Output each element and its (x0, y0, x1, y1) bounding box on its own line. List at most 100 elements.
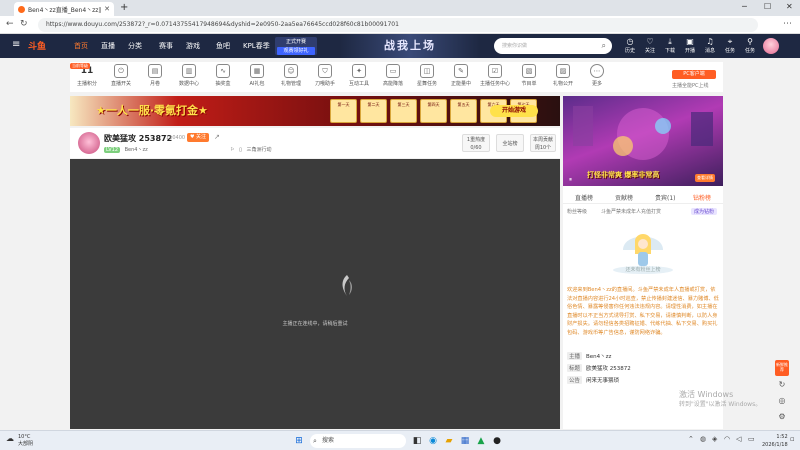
ad-start-game-button[interactable]: 开始游戏 (490, 105, 538, 117)
streamer-name[interactable]: Ben4丶zz (125, 147, 148, 153)
notification-icon[interactable]: ▫ (790, 435, 795, 443)
nav-events[interactable]: 赛事 (159, 41, 173, 51)
douyu-logo[interactable]: 斗鱼 (28, 39, 46, 52)
taskbar-clock[interactable]: 1:52 2026/1/18 (762, 433, 788, 449)
tool-program[interactable]: ▧ 节目单 (512, 64, 546, 87)
weekly-contribution-box[interactable]: 本周贡献 周10个 (530, 134, 556, 152)
tray-chevron-icon[interactable]: ⌃ (688, 435, 694, 443)
nav-category[interactable]: 分类 (128, 41, 142, 51)
tool-gift-public[interactable]: ▨ 礼物公开 (546, 64, 580, 87)
tool-more[interactable]: ⋯ 更多 (580, 64, 614, 87)
tool-energy[interactable]: ✎ 正能量中 (444, 64, 478, 87)
activate-line2: 转到"设置"以激活 Windows。 (679, 401, 762, 408)
tray-app2-icon[interactable]: ◈ (712, 435, 717, 443)
tab-live-rank[interactable]: 直播榜 (575, 193, 593, 202)
bookmark-icon[interactable]: ▯ (239, 147, 242, 153)
back-icon[interactable]: ← (6, 19, 14, 29)
share-icon[interactable]: ↗ (214, 133, 220, 141)
edge-icon[interactable]: ◉ (426, 434, 440, 448)
golive-button[interactable]: ▣ 开播 (681, 36, 699, 54)
tool-live-switch[interactable]: ⏻ 直播开关 (104, 64, 138, 87)
battery-icon[interactable]: ▭ (748, 435, 755, 443)
heat-box[interactable]: 1重热度 0/60 (462, 134, 490, 152)
category-row[interactable]: ⚐ ▯ 三角洲行动 (230, 146, 271, 153)
follow-button[interactable]: ♥ 关注 (187, 133, 209, 142)
tasks-button[interactable]: ⌖ 任务 (721, 36, 739, 54)
tab-diamond-fans[interactable]: 钻粉榜 (693, 193, 711, 202)
streamer-toolbar: 当前等级 11 主播积分 ⏻ 直播开关 ▤ 月卷 ▥ 数据中心 ∿ 抽奖盒 ▦ AI礼包 … (70, 62, 723, 92)
maximize-icon[interactable]: ☐ (764, 2, 771, 11)
settings-float-icon[interactable]: ⚙ (775, 412, 789, 426)
wifi-icon[interactable]: ◠ (724, 435, 730, 443)
video-player[interactable]: 主播正在连线中，请稍后重试 (70, 159, 560, 429)
tool-assistant[interactable]: ⛉ 刀哦助手 (308, 64, 342, 87)
user-avatar[interactable] (763, 38, 779, 54)
tool-interaction[interactable]: ✦ 互动工具 (342, 64, 376, 87)
history-float-icon[interactable]: ↻ (775, 380, 789, 394)
search-input[interactable]: 搜索你识做 ⌕ (494, 38, 612, 54)
pause-icon[interactable]: ⏸ (569, 176, 572, 184)
nav-fishbar[interactable]: 鱼吧 (216, 41, 230, 51)
app2-icon[interactable]: ● (490, 434, 504, 448)
browser-menu-icon[interactable]: ⋯ (783, 19, 792, 29)
become-diamond-button[interactable]: 成为钻粉 (691, 208, 718, 215)
fresh-recommend-button[interactable]: 新鲜推荐 (775, 360, 789, 376)
url-field[interactable]: https://www.douyu.com/253872?_r=0.071437… (38, 18, 758, 32)
tasks2-button[interactable]: ⚲ 任务 (741, 36, 759, 54)
nav-home[interactable]: 首页 (74, 41, 88, 51)
rank-tabs: 直播榜 贡献榜 贵宾(1) 钻粉榜 (563, 190, 723, 204)
nav-games[interactable]: 游戏 (186, 41, 200, 51)
tool-star-task[interactable]: ◫ 星舞任务 (410, 64, 444, 87)
tool-monthly[interactable]: ▤ 月卷 (138, 64, 172, 87)
tool-lottery[interactable]: ∿ 抽奖盒 (206, 64, 240, 87)
nav-kpl[interactable]: KPL春季 (243, 41, 270, 51)
bell-icon: ♫ (706, 37, 714, 46)
follow-button[interactable]: ♡ 关注 (641, 36, 659, 54)
browser-tab[interactable]: Ben4丶zz直播_Ben4丶zz直播_Ben4 ✕ (14, 2, 114, 16)
tool-level[interactable]: 当前等级 11 主播积分 (70, 63, 104, 87)
hamburger-menu-icon[interactable]: ≡ (12, 39, 20, 50)
task-view-icon[interactable]: ◧ (410, 434, 424, 448)
tool-ai-gift[interactable]: ▦ AI礼包 (240, 64, 274, 87)
app-icon[interactable]: ▲ (474, 434, 488, 448)
report-icon[interactable]: ⚐ (230, 147, 234, 153)
weather-widget[interactable]: ☁ 10°C 大部阴 (6, 434, 33, 448)
new-tab-icon[interactable]: + (120, 2, 128, 13)
tray-app-icon[interactable]: ◍ (700, 435, 706, 443)
ad-gift: 第五天 (450, 99, 477, 123)
reload-icon[interactable]: ↻ (20, 19, 28, 29)
nav-live[interactable]: 直播 (101, 41, 115, 51)
close-tab-icon[interactable]: ✕ (104, 5, 110, 13)
volume-icon[interactable]: ◁ (736, 435, 741, 443)
taskbar-search[interactable]: ⌕ 搜索 (310, 434, 406, 448)
messages-button[interactable]: ♫ 消息 (701, 36, 719, 54)
streamer-avatar[interactable] (78, 132, 100, 154)
tool-task-center[interactable]: ☑ 主播任务中心 (478, 64, 512, 87)
close-window-icon[interactable]: ✕ (786, 2, 793, 11)
history-button[interactable]: ◷ 历史 (621, 36, 639, 54)
category-label[interactable]: 三角洲行动 (246, 147, 271, 153)
file-explorer-icon[interactable]: ▰ (442, 434, 456, 448)
tab-vip[interactable]: 贵宾(1) (655, 193, 676, 202)
store-icon[interactable]: ▦ (458, 434, 472, 448)
search-icon[interactable]: ⌕ (602, 38, 606, 54)
tool-data-center[interactable]: ▥ 数据中心 (172, 64, 206, 87)
tab-contribution[interactable]: 贡献榜 (615, 193, 633, 202)
weather-temp: 10°C (18, 434, 31, 440)
header-banner-art[interactable]: 战我上场 (340, 34, 480, 58)
download-button[interactable]: ⤓ 下载 (661, 36, 679, 54)
target-float-icon[interactable]: ◎ (775, 396, 789, 410)
kpl-promo-badge[interactable]: 正式开赛 观赛领好礼 (275, 37, 317, 55)
right-ad-banner[interactable]: 打怪非常爽 爆率非常高 查看详情 ⏸ (563, 96, 723, 186)
clock-date: 2026/1/18 (762, 442, 788, 448)
site-rank-button[interactable]: 全站榜 (496, 134, 524, 152)
ad-banner[interactable]: ★一人一服·零氪打金★ 第一天 第二天 第三天 第四天 第五天 第六天 第七天 … (70, 96, 560, 126)
right-ad-detail-button[interactable]: 查看详情 (695, 174, 715, 182)
pc-client-button[interactable]: PC客户端 (672, 70, 716, 79)
minimize-icon[interactable]: ─ (742, 2, 747, 11)
camera-icon: ▣ (686, 37, 694, 46)
fan-level-label: 粉丝等级 (567, 209, 588, 215)
start-icon[interactable]: ⊞ (292, 434, 306, 448)
tool-landing[interactable]: ▭ 高能降落 (376, 64, 410, 87)
tool-gift-manage[interactable]: ☺ 礼物管理 (274, 64, 308, 87)
